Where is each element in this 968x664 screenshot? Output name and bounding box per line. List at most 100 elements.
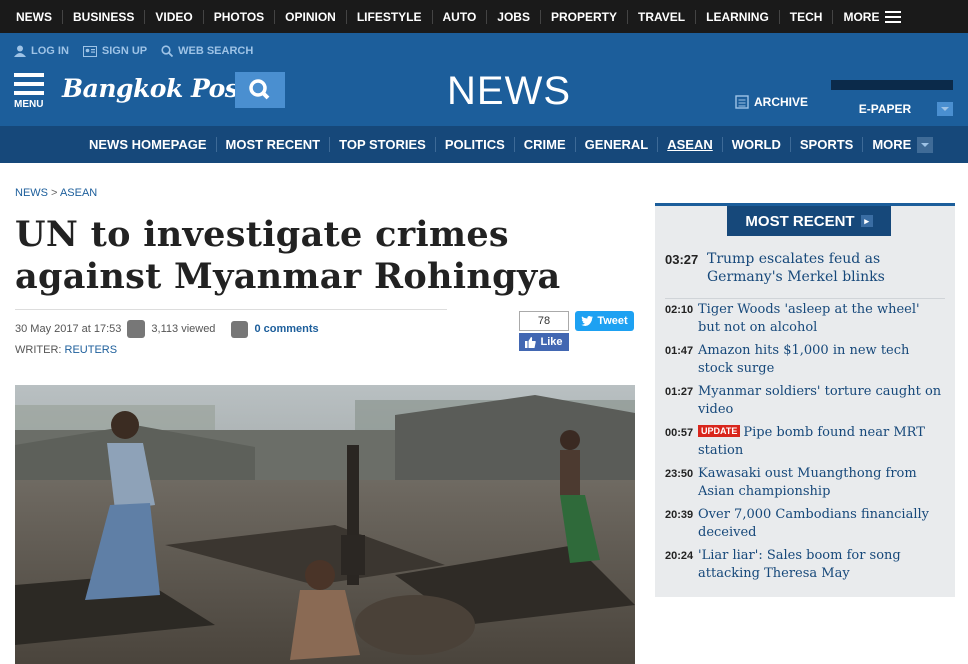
user-icon xyxy=(14,45,26,57)
signup-link[interactable]: SIGN UP xyxy=(82,45,148,57)
item-headline[interactable]: Over 7,000 Cambodians financially deceiv… xyxy=(698,507,929,540)
like-count: 78 xyxy=(519,311,569,331)
comment-icon[interactable] xyxy=(231,320,249,338)
item-headline[interactable]: Tiger Woods 'asleep at the wheel' but no… xyxy=(698,302,920,335)
article-photo[interactable] xyxy=(15,385,635,664)
most-recent-item[interactable]: 01:47 Amazon hits $1,000 in new tech stoc… xyxy=(665,342,945,378)
most-recent-item[interactable]: 00:57 UPDATE Pipe bomb found near MRT stat… xyxy=(665,424,945,460)
item-headline-wrap[interactable]: Over 7,000 Cambodians financially deceiv… xyxy=(698,506,945,542)
most-recent-label: MOST RECENT xyxy=(745,212,855,230)
epaper-thumbnail xyxy=(831,80,953,90)
breadcrumb-root[interactable]: NEWS xyxy=(15,187,48,199)
item-headline[interactable]: Amazon hits $1,000 in new tech stock sur… xyxy=(698,343,909,376)
menu-label: MENU xyxy=(14,99,44,110)
epaper-label: E-PAPER xyxy=(858,102,912,116)
item-time: 20:24 xyxy=(665,550,694,562)
chevron-down-icon[interactable] xyxy=(937,102,953,116)
top-nav-item-news[interactable]: NEWS xyxy=(6,9,63,24)
item-headline[interactable]: Kawasaki oust Muangthong from Asian cham… xyxy=(698,466,917,499)
section-nav-more[interactable]: MORE xyxy=(863,136,942,153)
view-count: 3,113 viewed xyxy=(151,323,216,335)
title-divider xyxy=(15,309,447,310)
writer-label: WRITER: xyxy=(15,344,65,356)
archive-link[interactable]: ARCHIVE xyxy=(735,95,808,109)
lead-headline[interactable]: Trump escalates feud as Germany's Merkel… xyxy=(707,250,945,286)
site-logo[interactable]: Bangkok Post xyxy=(62,74,250,103)
item-headline-wrap[interactable]: Myanmar soldiers' torture caught on vide… xyxy=(698,383,945,419)
most-recent-lead[interactable]: 03:27 Trump escalates feud as Germany's … xyxy=(665,250,945,299)
login-label: LOG IN xyxy=(31,45,69,57)
item-time: 23:50 xyxy=(665,468,694,480)
article-writer: WRITER: REUTERS xyxy=(15,344,117,356)
section-nav-item-asean[interactable]: ASEAN xyxy=(658,137,723,152)
top-bar: NEWS BUSINESS VIDEO PHOTOS OPINION LIFESTYLE A… xyxy=(0,0,968,33)
top-nav-more-label: MORE xyxy=(843,9,880,24)
most-recent-heading[interactable]: MOST RECENT ▸ xyxy=(727,206,891,236)
lead-time: 03:27 xyxy=(665,252,699,267)
writer-name[interactable]: REUTERS xyxy=(65,344,118,356)
section-nav: NEWS HOMEPAGE MOST RECENT TOP STORIES POLIT… xyxy=(0,126,968,163)
item-headline-wrap[interactable]: Amazon hits $1,000 in new tech stock sur… xyxy=(698,342,945,378)
most-recent-item[interactable]: 20:39 Over 7,000 Cambodians financially d… xyxy=(665,506,945,542)
thumbs-up-icon xyxy=(525,336,537,348)
section-nav-item-news-homepage[interactable]: NEWS HOMEPAGE xyxy=(80,137,217,152)
top-nav-more[interactable]: MORE xyxy=(833,10,911,24)
item-headline-wrap[interactable]: Tiger Woods 'asleep at the wheel' but no… xyxy=(698,301,945,337)
top-nav-item-jobs[interactable]: JOBS xyxy=(487,9,541,24)
section-nav-item-politics[interactable]: POLITICS xyxy=(436,137,515,152)
breadcrumb-separator: > xyxy=(48,187,60,199)
section-nav-item-most-recent[interactable]: MOST RECENT xyxy=(217,137,331,152)
section-nav-items: NEWS HOMEPAGE MOST RECENT TOP STORIES POLIT… xyxy=(80,126,942,163)
most-recent-item[interactable]: 20:24 'Liar liar': Sales boom for song at… xyxy=(665,547,945,583)
item-headline[interactable]: Myanmar soldiers' torture caught on vide… xyxy=(698,384,941,417)
item-time: 01:47 xyxy=(665,345,694,357)
item-headline-wrap[interactable]: 'Liar liar': Sales boom for song attacki… xyxy=(698,547,945,583)
most-recent-panel: MOST RECENT ▸ 03:27 Trump escalates feud… xyxy=(655,203,955,597)
item-headline-wrap[interactable]: UPDATE Pipe bomb found near MRT station xyxy=(698,424,945,460)
section-nav-item-world[interactable]: WORLD xyxy=(723,137,791,152)
search-icon xyxy=(249,79,270,100)
facebook-like-button[interactable]: Like xyxy=(519,333,569,351)
search-icon xyxy=(161,45,174,57)
top-nav: NEWS BUSINESS VIDEO PHOTOS OPINION LIFESTYLE A… xyxy=(0,0,968,33)
site-header: LOG IN SIGN UP WEB SEARCH MENU Bangkok P… xyxy=(0,33,968,126)
most-recent-list: 02:10 Tiger Woods 'asleep at the wheel' b… xyxy=(665,301,945,588)
breadcrumb: NEWS > ASEAN xyxy=(15,187,97,199)
section-nav-item-sports[interactable]: SPORTS xyxy=(791,137,864,152)
menu-button[interactable]: MENU xyxy=(14,73,48,110)
hamburger-icon xyxy=(885,10,902,23)
top-nav-item-business[interactable]: BUSINESS xyxy=(63,9,146,24)
top-nav-item-learning[interactable]: LEARNING xyxy=(696,9,780,24)
item-headline-wrap[interactable]: Kawasaki oust Muangthong from Asian cham… xyxy=(698,465,945,501)
epaper-button[interactable]: E-PAPER xyxy=(831,80,953,118)
web-search-link[interactable]: WEB SEARCH xyxy=(161,45,253,57)
top-nav-item-video[interactable]: VIDEO xyxy=(145,9,204,24)
section-nav-item-top-stories[interactable]: TOP STORIES xyxy=(330,137,436,152)
top-nav-item-property[interactable]: PROPERTY xyxy=(541,9,628,24)
top-nav-item-photos[interactable]: PHOTOS xyxy=(204,9,276,24)
most-recent-item[interactable]: 01:27 Myanmar soldiers' torture caught on… xyxy=(665,383,945,419)
update-badge: UPDATE xyxy=(698,425,741,437)
chevron-right-icon: ▸ xyxy=(860,215,873,227)
most-recent-item[interactable]: 02:10 Tiger Woods 'asleep at the wheel' b… xyxy=(665,301,945,337)
top-nav-item-lifestyle[interactable]: LIFESTYLE xyxy=(347,9,433,24)
most-recent-item[interactable]: 23:50 Kawasaki oust Muangthong from Asian… xyxy=(665,465,945,501)
top-nav-item-travel[interactable]: TRAVEL xyxy=(628,9,697,24)
item-headline[interactable]: 'Liar liar': Sales boom for song attacki… xyxy=(698,548,901,581)
top-nav-item-tech[interactable]: TECH xyxy=(780,9,834,24)
top-nav-item-auto[interactable]: AUTO xyxy=(433,9,488,24)
breadcrumb-current[interactable]: ASEAN xyxy=(60,187,97,199)
login-link[interactable]: LOG IN xyxy=(14,45,69,57)
item-time: 02:10 xyxy=(665,304,694,316)
id-card-icon xyxy=(82,46,97,57)
archive-icon xyxy=(735,95,749,109)
facebook-like-widget: 78 Like xyxy=(519,311,569,351)
search-button[interactable] xyxy=(235,72,285,108)
signup-label: SIGN UP xyxy=(101,45,148,57)
comments-link[interactable]: 0 comments xyxy=(254,323,318,335)
item-time: 20:39 xyxy=(665,509,694,521)
section-nav-item-crime[interactable]: CRIME xyxy=(515,137,576,152)
top-nav-item-opinion[interactable]: OPINION xyxy=(275,9,347,24)
tweet-button[interactable]: Tweet xyxy=(575,311,634,331)
section-nav-item-general[interactable]: GENERAL xyxy=(576,137,659,152)
